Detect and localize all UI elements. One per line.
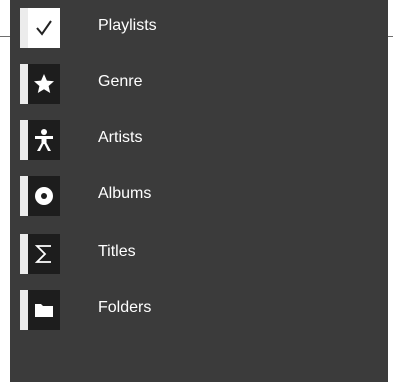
disc-icon (35, 187, 53, 205)
connector-line-right (388, 36, 393, 37)
menu-item-artists[interactable]: Artists (10, 116, 388, 162)
sigma-icon (34, 245, 51, 263)
connector-line-left (0, 36, 10, 37)
menu-item-icon-box (20, 176, 60, 216)
media-category-menu: Playlists Genre Artists Albums Titles Fo… (10, 0, 388, 382)
menu-item-icon-box (20, 234, 60, 274)
menu-item-label: Genre (98, 73, 143, 90)
menu-item-folders[interactable]: Folders (10, 286, 388, 332)
menu-item-titles[interactable]: Titles (10, 230, 388, 276)
menu-item-genre[interactable]: Genre (10, 60, 388, 106)
menu-item-label: Albums (98, 185, 152, 202)
person-icon (35, 129, 53, 151)
menu-item-label: Titles (98, 243, 136, 260)
menu-item-label: Folders (98, 299, 152, 316)
menu-item-icon-box (20, 120, 60, 160)
star-icon (34, 74, 54, 93)
menu-item-albums[interactable]: Albums (10, 172, 388, 218)
menu-item-icon-box (20, 8, 60, 48)
folder-icon (35, 304, 53, 317)
menu-item-icon-box (20, 290, 60, 330)
menu-item-label: Playlists (98, 17, 157, 34)
checkmark-icon (36, 20, 52, 36)
menu-item-icon-box (20, 64, 60, 104)
menu-item-playlists[interactable]: Playlists (10, 4, 388, 50)
menu-item-label: Artists (98, 129, 143, 146)
